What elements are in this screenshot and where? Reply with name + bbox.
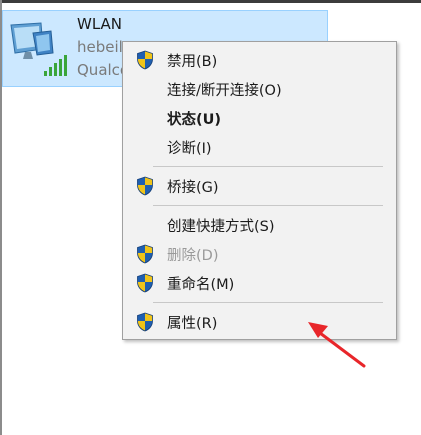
- uac-shield-icon: [137, 176, 153, 196]
- annotation-arrow-icon: [308, 322, 366, 368]
- menu-item-label: 创建快捷方式(S): [167, 219, 275, 235]
- uac-shield-icon: [137, 312, 153, 332]
- menu-item-disable[interactable]: 禁用(B): [123, 46, 396, 73]
- menu-item-label: 属性(R): [167, 316, 218, 332]
- menu-item-label: 重命名(M): [167, 277, 235, 293]
- menu-item-label: 诊断(I): [167, 141, 212, 157]
- menu-separator: [153, 166, 383, 167]
- menu-item-label: 状态(U): [167, 112, 222, 128]
- menu-separator: [153, 205, 383, 206]
- menu-item-label: 删除(D): [167, 248, 219, 264]
- menu-item-rename[interactable]: 重命名(M): [123, 269, 396, 296]
- menu-item-bridge[interactable]: 桥接(G): [123, 172, 396, 199]
- network-name: WLAN: [77, 15, 123, 33]
- wifi-signal-icon: [44, 55, 67, 76]
- menu-item-label: 连接/断开连接(O): [167, 83, 282, 99]
- context-menu: 禁用(B) 连接/断开连接(O) 状态(U) 诊断(I) 桥接(G) 创建快捷方…: [122, 41, 397, 340]
- menu-item-delete: 删除(D): [123, 240, 396, 267]
- menu-item-create-shortcut[interactable]: 创建快捷方式(S): [123, 211, 396, 238]
- menu-item-status[interactable]: 状态(U): [123, 104, 396, 131]
- menu-item-label: 禁用(B): [167, 54, 218, 70]
- uac-shield-icon: [137, 244, 153, 264]
- network-adapter-icon: [10, 22, 67, 76]
- uac-shield-icon: [137, 273, 153, 293]
- menu-separator: [153, 302, 383, 303]
- window-top-border: [0, 0, 421, 3]
- uac-shield-icon: [137, 50, 153, 70]
- menu-item-label: 桥接(G): [167, 180, 219, 196]
- network-ssid: hebeil: [77, 38, 123, 56]
- menu-item-connect-disconnect[interactable]: 连接/断开连接(O): [123, 75, 396, 102]
- menu-item-diagnose[interactable]: 诊断(I): [123, 133, 396, 160]
